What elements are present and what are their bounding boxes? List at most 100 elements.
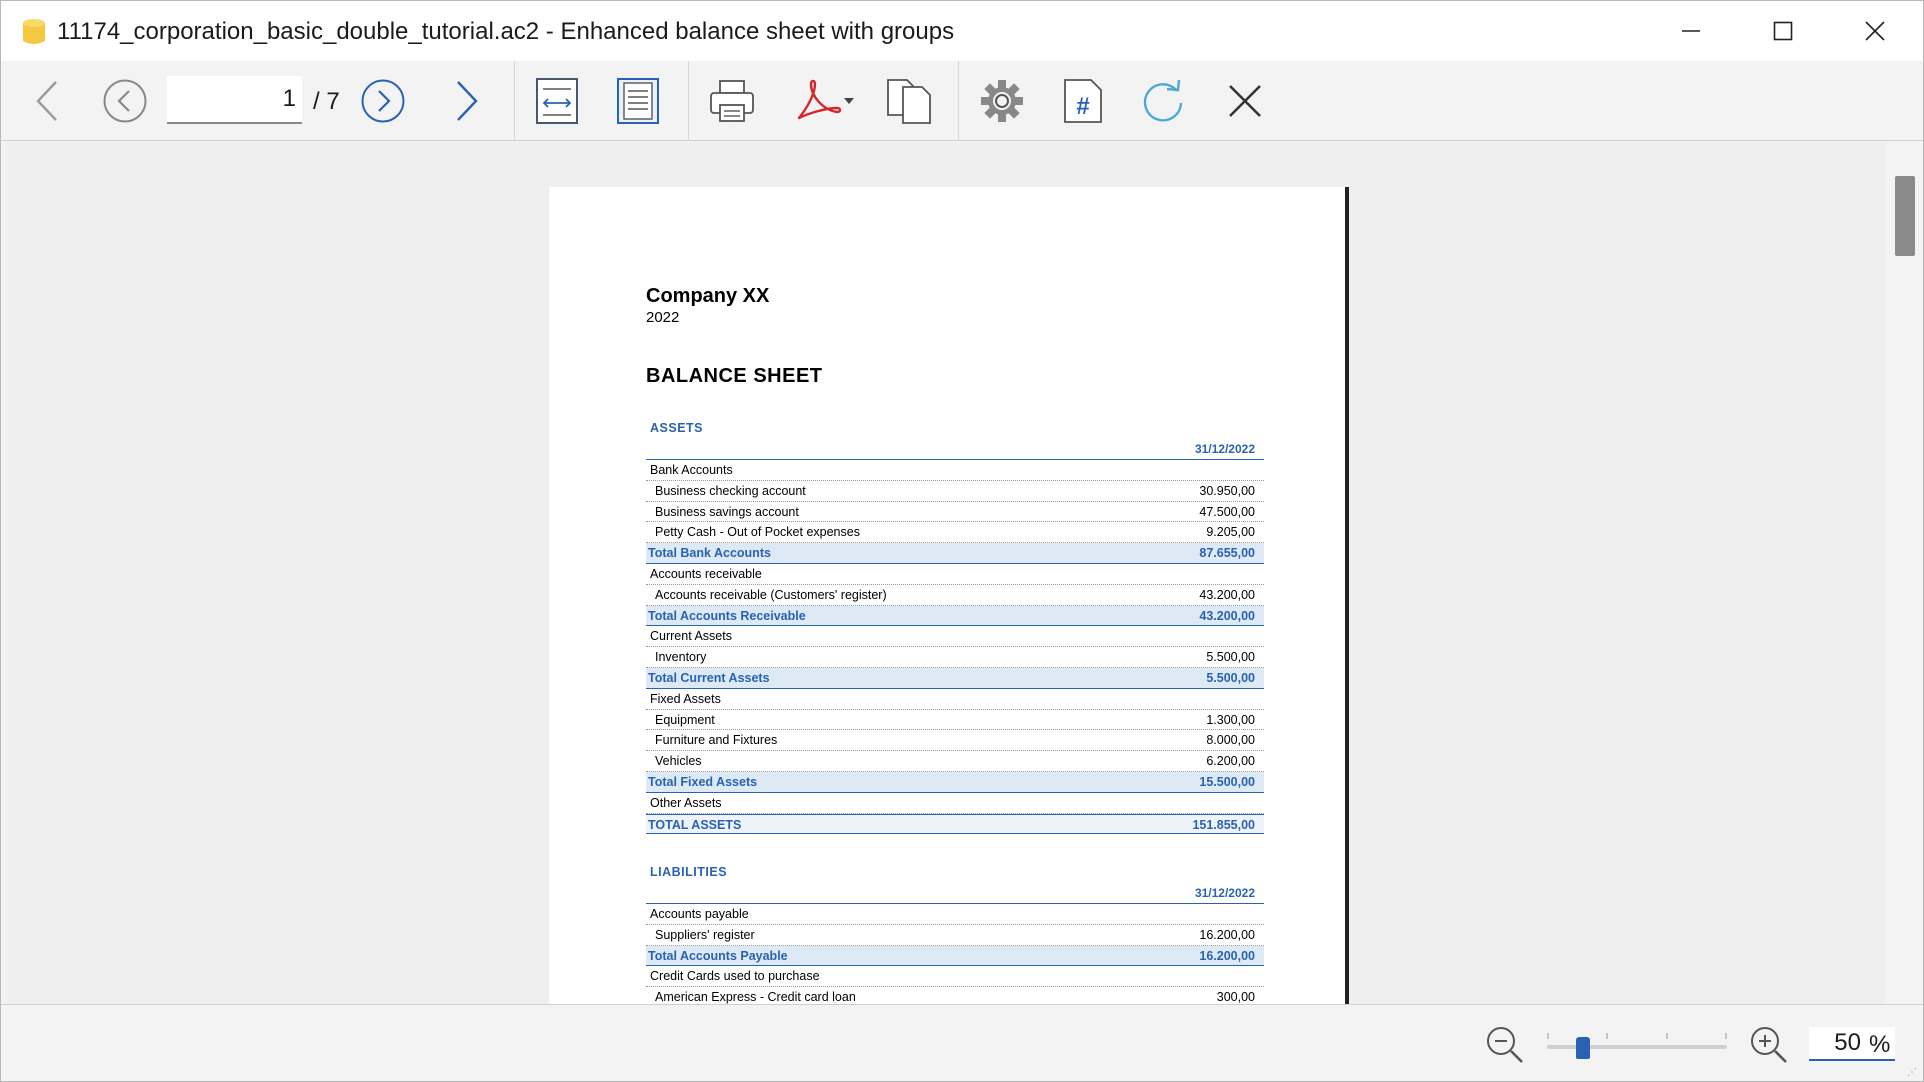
report-title: BALANCE SHEET	[646, 365, 823, 387]
page-numbering-button[interactable]: #	[1059, 69, 1107, 133]
forward-button[interactable]	[449, 69, 485, 133]
group-header-row: Current Assets	[646, 626, 1264, 648]
previous-page-button[interactable]	[101, 69, 149, 133]
back-button[interactable]	[27, 69, 67, 133]
row-label: Suppliers' register	[655, 927, 755, 942]
zoom-in-button[interactable]	[1749, 1025, 1789, 1070]
page-number-input[interactable]	[167, 76, 302, 124]
maximize-button[interactable]	[1737, 1, 1829, 61]
table-row: Vehicles 6.200,00	[646, 751, 1264, 772]
report-viewer-window: 11174_corporation_basic_double_tutorial.…	[0, 0, 1924, 1082]
page-numbering-icon: #	[1064, 79, 1102, 123]
next-page-icon	[361, 79, 405, 123]
group-header-row: Accounts payable	[646, 904, 1264, 925]
toolbar-separator	[958, 61, 959, 141]
row-label: Business checking account	[655, 483, 806, 498]
copy-button[interactable]	[885, 69, 933, 133]
row-amount: 1.300,00	[1206, 712, 1255, 727]
total-row: Total Fixed Assets 15.500,00	[646, 771, 1264, 793]
group-header-row: Bank Accounts	[646, 460, 1264, 481]
fit-page-button[interactable]	[614, 69, 662, 133]
minimize-button[interactable]	[1645, 1, 1737, 61]
next-page-button[interactable]	[359, 69, 407, 133]
database-app-icon	[23, 19, 45, 44]
row-label: Accounts receivable	[650, 566, 762, 581]
table-row: Business savings account 47.500,00	[646, 502, 1264, 523]
group-header-row: Credit Cards used to purchase	[646, 966, 1264, 988]
table-row: Business checking account 30.950,00	[646, 481, 1264, 502]
report-preview-area[interactable]: Company XX 2022 BALANCE SHEET ASSETS 31/…	[5, 142, 1885, 1004]
row-label: Total Fixed Assets	[648, 774, 758, 789]
zoom-slider-ticks	[1547, 1033, 1727, 1039]
row-amount: 151.855,00	[1192, 817, 1255, 832]
row-label: Equipment	[655, 712, 715, 727]
row-amount: 43.200,00	[1199, 587, 1255, 602]
vertical-scrollbar[interactable]	[1885, 142, 1921, 1004]
assets-date-header: 31/12/2022	[646, 438, 1264, 460]
table-row: Furniture and Fixtures 8.000,00	[646, 730, 1264, 752]
liabilities-table: 31/12/2022 Accounts payable Suppliers' re…	[646, 882, 1264, 1004]
zoom-slider-track[interactable]	[1547, 1045, 1727, 1049]
table-row: American Express - Credit card loan 300,0…	[646, 987, 1264, 1004]
fit-page-icon	[617, 78, 659, 124]
row-amount: 16.200,00	[1199, 948, 1255, 963]
row-label: Vehicles	[655, 754, 702, 769]
report-page: Company XX 2022 BALANCE SHEET ASSETS 31/…	[549, 187, 1345, 1004]
row-amount: 5.500,00	[1206, 650, 1255, 665]
group-header-row: Fixed Assets	[646, 689, 1264, 710]
row-label: Fixed Assets	[650, 691, 721, 706]
row-label: TOTAL ASSETS	[648, 817, 742, 832]
group-header-row: Accounts receivable	[646, 564, 1264, 585]
export-pdf-button[interactable]	[787, 69, 861, 133]
row-amount: 9.205,00	[1206, 525, 1255, 540]
row-amount: 43.200,00	[1199, 608, 1255, 623]
print-button[interactable]	[707, 69, 757, 133]
window-title: 11174_corporation_basic_double_tutorial.…	[57, 18, 955, 45]
total-row: Total Bank Accounts 87.655,00	[646, 543, 1264, 564]
scrollbar-thumb[interactable]	[1895, 176, 1915, 256]
row-amount: 30.950,00	[1199, 483, 1255, 498]
row-label: Total Accounts Payable	[648, 948, 788, 963]
row-label: Total Bank Accounts	[648, 546, 771, 561]
total-row: Total Accounts Receivable 43.200,00	[646, 605, 1264, 627]
liabilities-heading: LIABILITIES	[650, 865, 728, 879]
table-row: Equipment 1.300,00	[646, 710, 1264, 731]
total-row: Total Accounts Payable 16.200,00	[646, 945, 1264, 967]
settings-button[interactable]	[977, 69, 1027, 133]
total-row: TOTAL ASSETS 151.855,00	[646, 813, 1264, 835]
close-icon	[1865, 21, 1885, 41]
row-label: Credit Cards used to purchase	[650, 969, 820, 984]
row-label: American Express - Credit card loan	[655, 990, 856, 1004]
refresh-icon	[1143, 79, 1183, 122]
close-icon	[1229, 85, 1261, 117]
fit-width-icon	[536, 78, 578, 124]
close-window-button[interactable]	[1829, 1, 1921, 61]
fit-width-button[interactable]	[533, 69, 581, 133]
row-amount: 16.200,00	[1199, 927, 1255, 942]
table-row: Inventory 5.500,00	[646, 647, 1264, 668]
row-label: Business savings account	[655, 504, 799, 519]
resize-grip[interactable]: ⋰	[1907, 1067, 1917, 1078]
row-label: Inventory	[655, 650, 707, 665]
table-row: Suppliers' register 16.200,00	[646, 925, 1264, 946]
row-amount: 8.000,00	[1206, 733, 1255, 748]
page-total-label: / 7	[313, 88, 340, 115]
minimize-icon	[1682, 30, 1700, 32]
zoom-out-button[interactable]	[1485, 1025, 1525, 1070]
row-label: Bank Accounts	[650, 463, 733, 477]
row-amount: 300,00	[1216, 990, 1255, 1004]
zoom-slider-thumb[interactable]	[1576, 1037, 1590, 1059]
zoom-in-icon	[1751, 1027, 1787, 1063]
close-report-button[interactable]	[1223, 69, 1267, 133]
assets-heading: ASSETS	[650, 421, 704, 435]
refresh-button[interactable]	[1139, 69, 1187, 133]
chevron-down-icon	[844, 98, 854, 104]
row-label: Current Assets	[650, 629, 732, 644]
liabilities-date-header: 31/12/2022	[646, 882, 1264, 904]
row-label: Furniture and Fixtures	[655, 733, 778, 748]
row-label: Total Current Assets	[648, 670, 770, 685]
copy-icon	[887, 79, 931, 124]
assets-table: 31/12/2022 Bank Accounts Business checkin…	[646, 438, 1264, 835]
row-label: Total Accounts Receivable	[648, 608, 806, 623]
back-arrow-icon	[36, 81, 57, 121]
